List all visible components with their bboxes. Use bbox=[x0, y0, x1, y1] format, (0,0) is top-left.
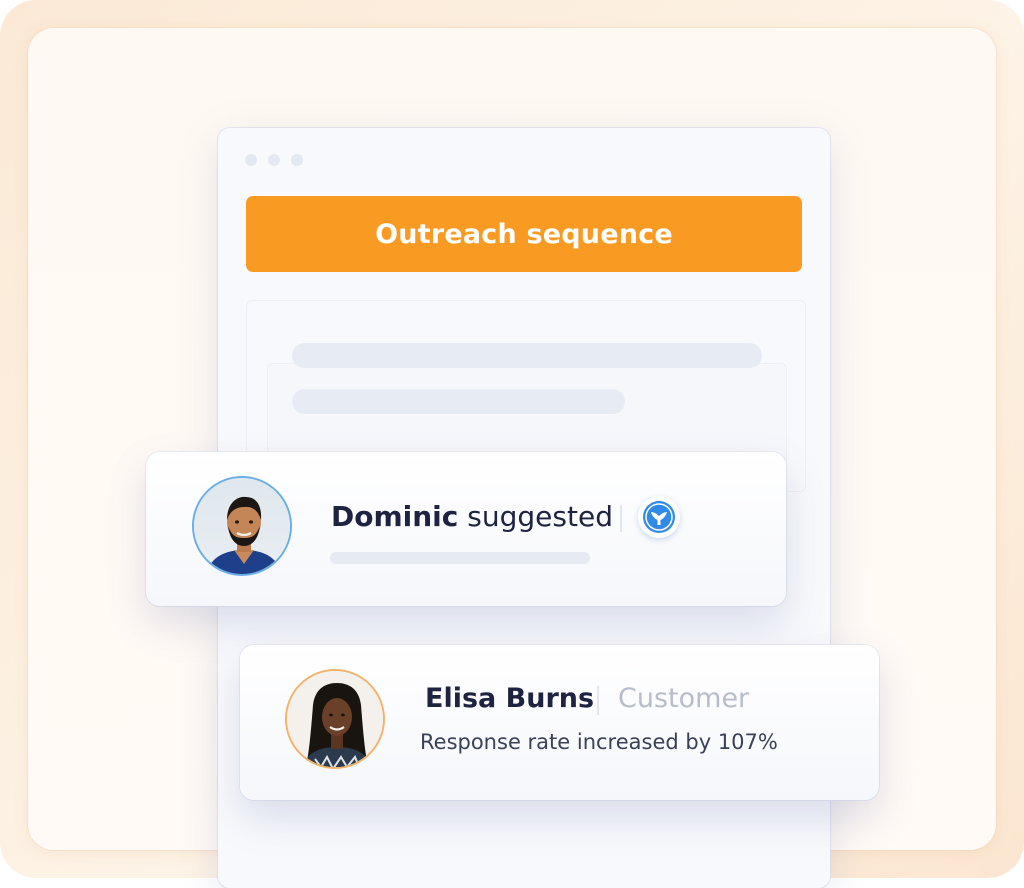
skeleton-line bbox=[292, 343, 762, 368]
skeleton-line bbox=[330, 552, 590, 564]
divider bbox=[620, 505, 622, 532]
header-title: Outreach sequence bbox=[375, 218, 673, 250]
person-avatar-icon bbox=[194, 478, 290, 574]
window-dot[interactable] bbox=[291, 154, 303, 166]
window-controls bbox=[245, 154, 303, 166]
customer-name: Elisa Burns bbox=[425, 683, 595, 714]
suggestion-card[interactable]: Dominic suggested bbox=[146, 452, 786, 606]
testimonial-card[interactable]: Elisa Burns Customer Response rate incre… bbox=[240, 645, 879, 800]
whale-tail-logo-icon[interactable] bbox=[638, 496, 680, 538]
customer-role: Customer bbox=[618, 683, 750, 714]
whale-tail-logo-icon bbox=[643, 501, 675, 533]
person-avatar-icon bbox=[287, 671, 383, 767]
outreach-sequence-header[interactable]: Outreach sequence bbox=[246, 196, 802, 272]
suggestion-action: suggested bbox=[458, 500, 613, 533]
avatar bbox=[285, 669, 385, 769]
divider bbox=[597, 686, 599, 715]
avatar bbox=[192, 476, 292, 576]
testimonial-stat: Response rate increased by 107% bbox=[420, 730, 778, 754]
suggester-name: Dominic bbox=[331, 500, 459, 533]
window-dot[interactable] bbox=[268, 154, 280, 166]
skeleton-line bbox=[292, 389, 625, 414]
window-dot[interactable] bbox=[245, 154, 257, 166]
suggestion-text: Dominic suggested bbox=[331, 500, 613, 533]
